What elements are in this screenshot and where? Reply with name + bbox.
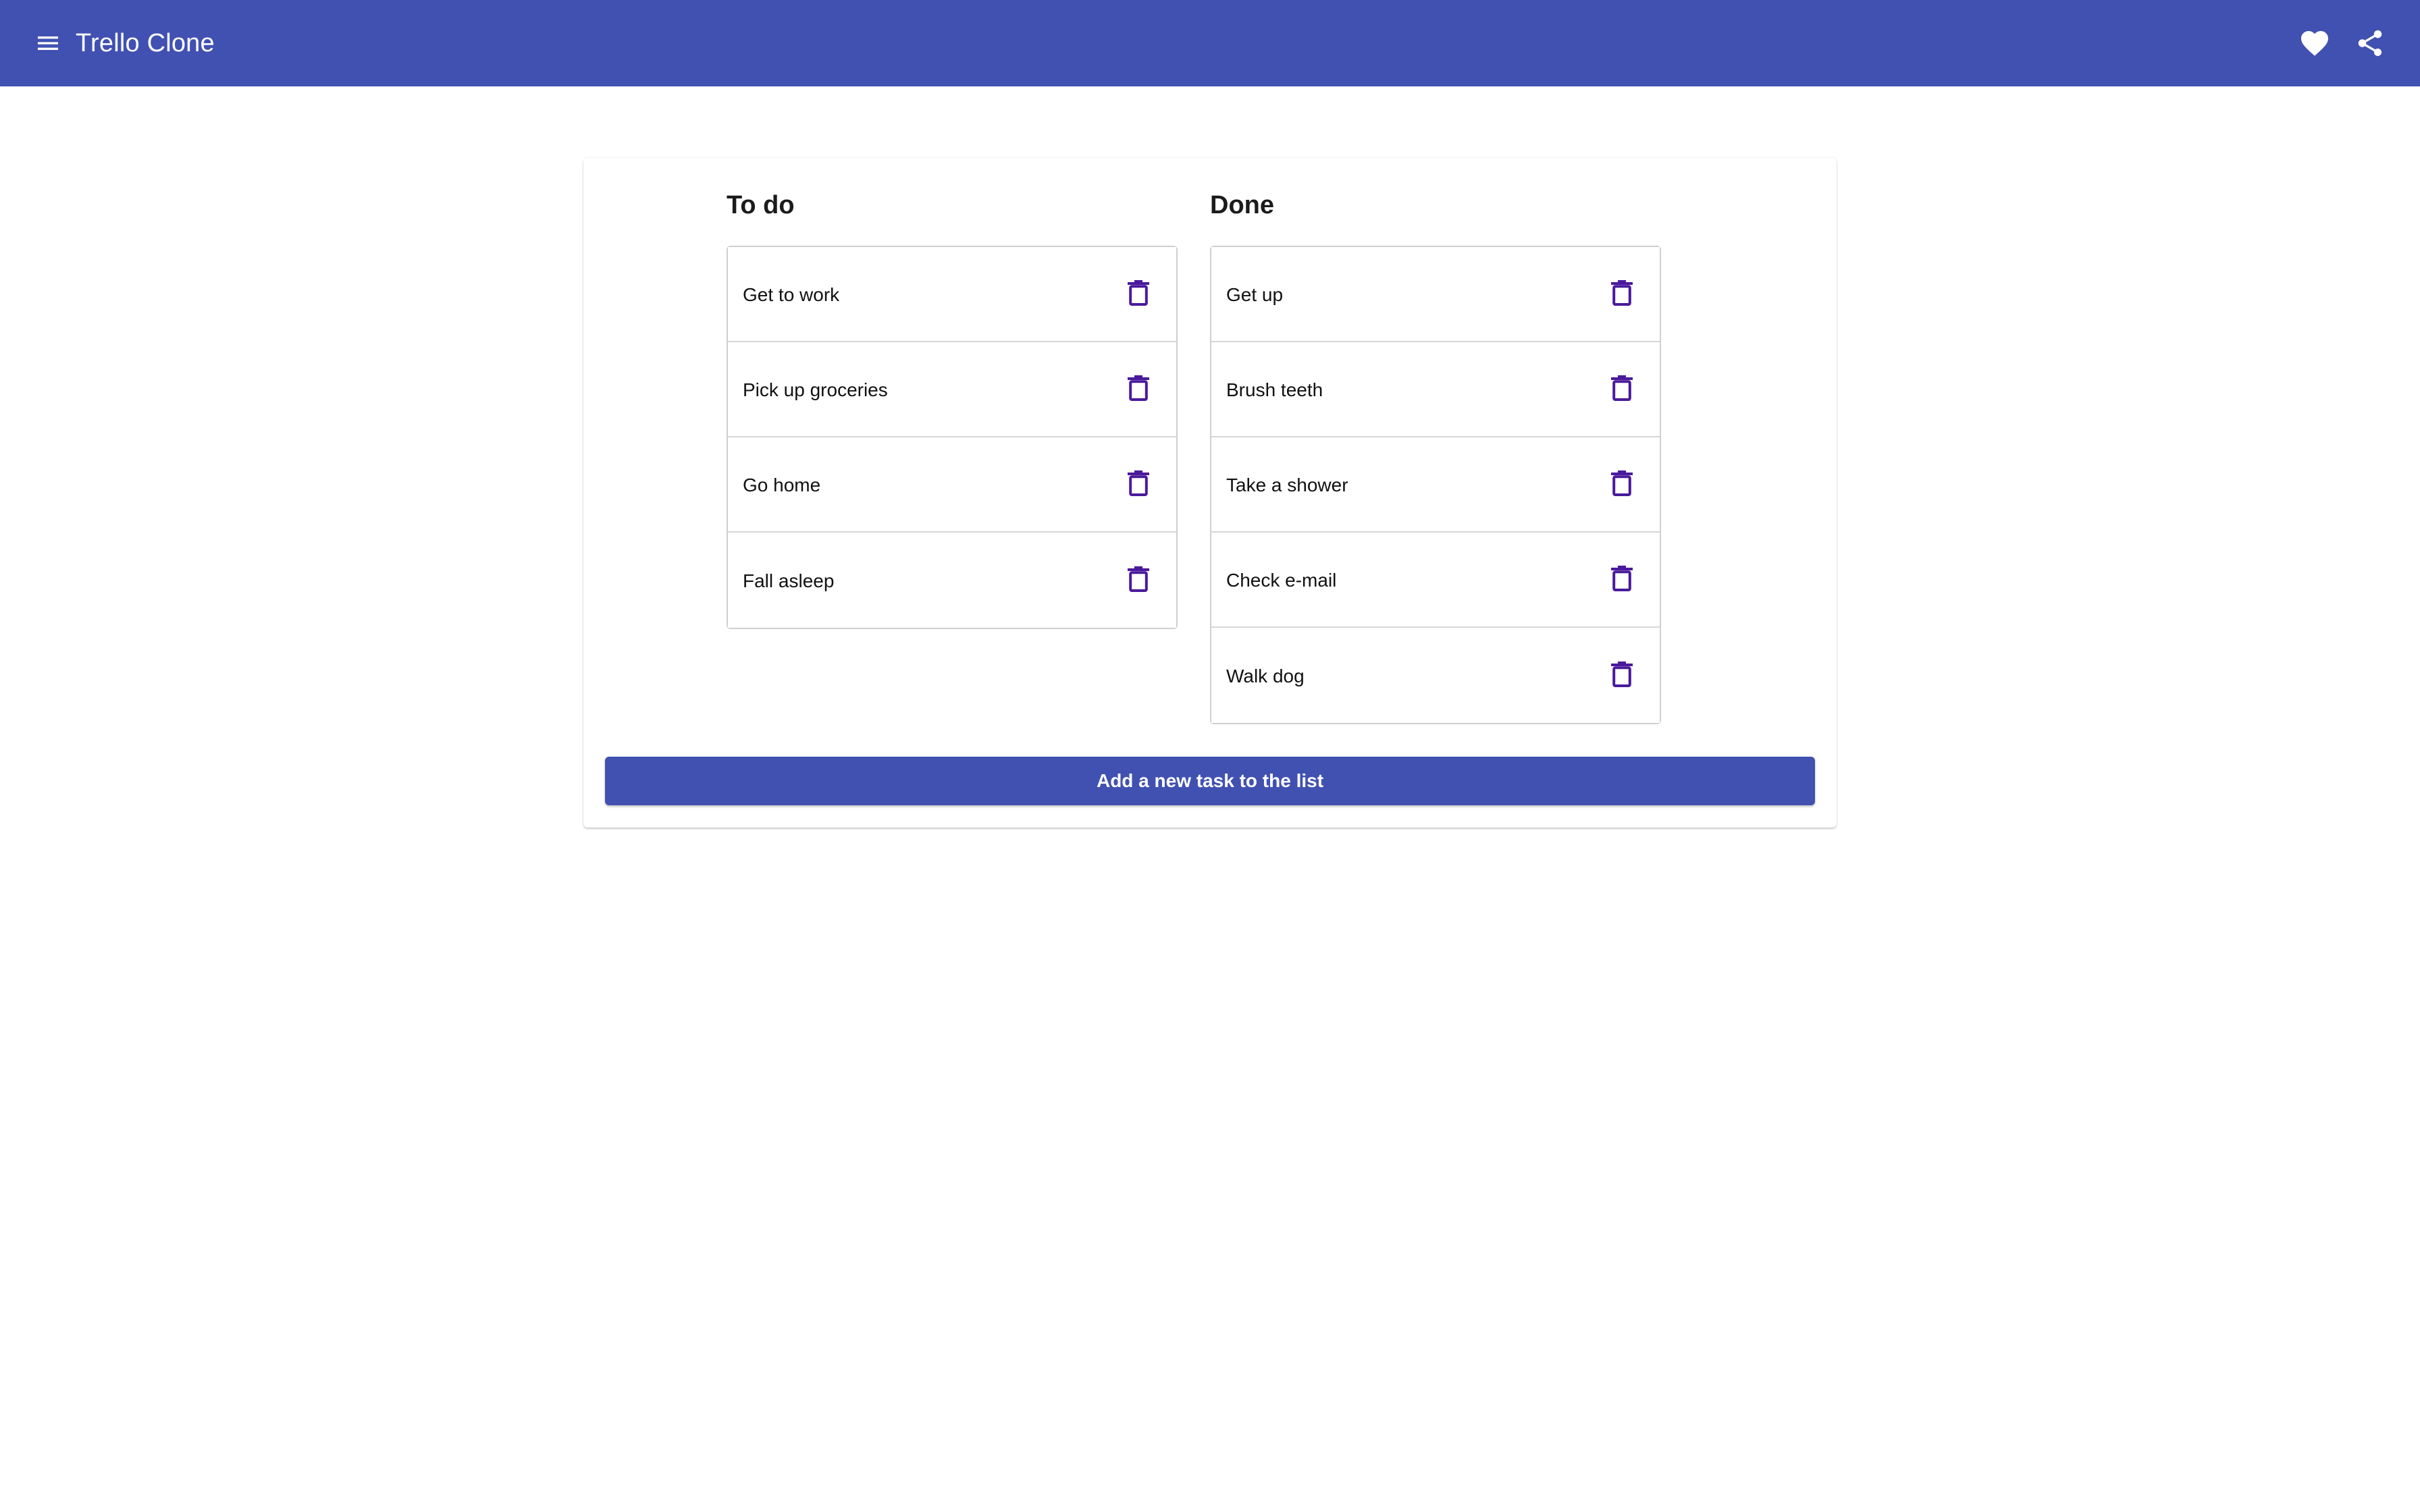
trash-icon	[1128, 566, 1149, 592]
task-label: Get to work	[743, 284, 840, 305]
task-item[interactable]: Take a shower	[1211, 437, 1660, 533]
trash-icon	[1128, 279, 1149, 306]
board-card: To do Get to work Pick up groceries Go h…	[583, 158, 1837, 828]
delete-task-button[interactable]	[1604, 561, 1639, 596]
task-label: Pick up groceries	[743, 379, 888, 400]
delete-task-button[interactable]	[1604, 371, 1639, 406]
task-item[interactable]: Check e-mail	[1211, 533, 1660, 628]
trash-icon	[1611, 375, 1633, 401]
column-done: Done Get up Brush teeth Take a shower Ch…	[1210, 185, 1661, 724]
share-button[interactable]	[2344, 18, 2396, 69]
task-label: Brush teeth	[1226, 379, 1323, 400]
favorite-button[interactable]	[2289, 18, 2340, 69]
trash-icon	[1611, 470, 1633, 496]
task-item[interactable]: Get to work	[728, 247, 1176, 342]
task-item[interactable]: Fall asleep	[728, 533, 1176, 628]
trash-icon	[1128, 470, 1149, 496]
task-list-todo: Get to work Pick up groceries Go home Fa…	[727, 246, 1178, 629]
task-list-done: Get up Brush teeth Take a shower Check e…	[1210, 246, 1661, 724]
menu-button[interactable]	[24, 20, 72, 67]
task-item[interactable]: Walk dog	[1211, 628, 1660, 723]
trash-icon	[1611, 279, 1633, 306]
task-label: Go home	[743, 474, 821, 495]
trash-icon	[1611, 661, 1633, 687]
app-title: Trello Clone	[76, 28, 215, 57]
delete-task-button[interactable]	[1604, 275, 1639, 310]
task-item[interactable]: Get up	[1211, 247, 1660, 342]
task-item[interactable]: Pick up groceries	[728, 342, 1176, 437]
delete-task-button[interactable]	[1121, 562, 1156, 597]
delete-task-button[interactable]	[1121, 371, 1156, 406]
share-icon	[2358, 30, 2382, 57]
delete-task-button[interactable]	[1604, 466, 1639, 501]
column-todo: To do Get to work Pick up groceries Go h…	[727, 185, 1178, 629]
heart-icon	[2301, 31, 2328, 56]
add-task-button[interactable]: Add a new task to the list	[605, 757, 1815, 805]
delete-task-button[interactable]	[1121, 275, 1156, 310]
delete-task-button[interactable]	[1121, 466, 1156, 501]
task-label: Check e-mail	[1226, 569, 1337, 591]
column-title: To do	[727, 191, 795, 219]
menu-icon	[38, 36, 58, 50]
task-label: Walk dog	[1226, 665, 1305, 686]
trash-icon	[1128, 375, 1149, 401]
column-title: Done	[1210, 191, 1274, 219]
task-label: Take a shower	[1226, 474, 1348, 495]
task-label: Fall asleep	[743, 570, 835, 591]
delete-task-button[interactable]	[1604, 657, 1639, 692]
app-toolbar: Trello Clone	[0, 0, 2420, 86]
trash-icon	[1611, 565, 1633, 591]
task-item[interactable]: Brush teeth	[1211, 342, 1660, 437]
task-item[interactable]: Go home	[728, 437, 1176, 533]
task-label: Get up	[1226, 284, 1284, 305]
